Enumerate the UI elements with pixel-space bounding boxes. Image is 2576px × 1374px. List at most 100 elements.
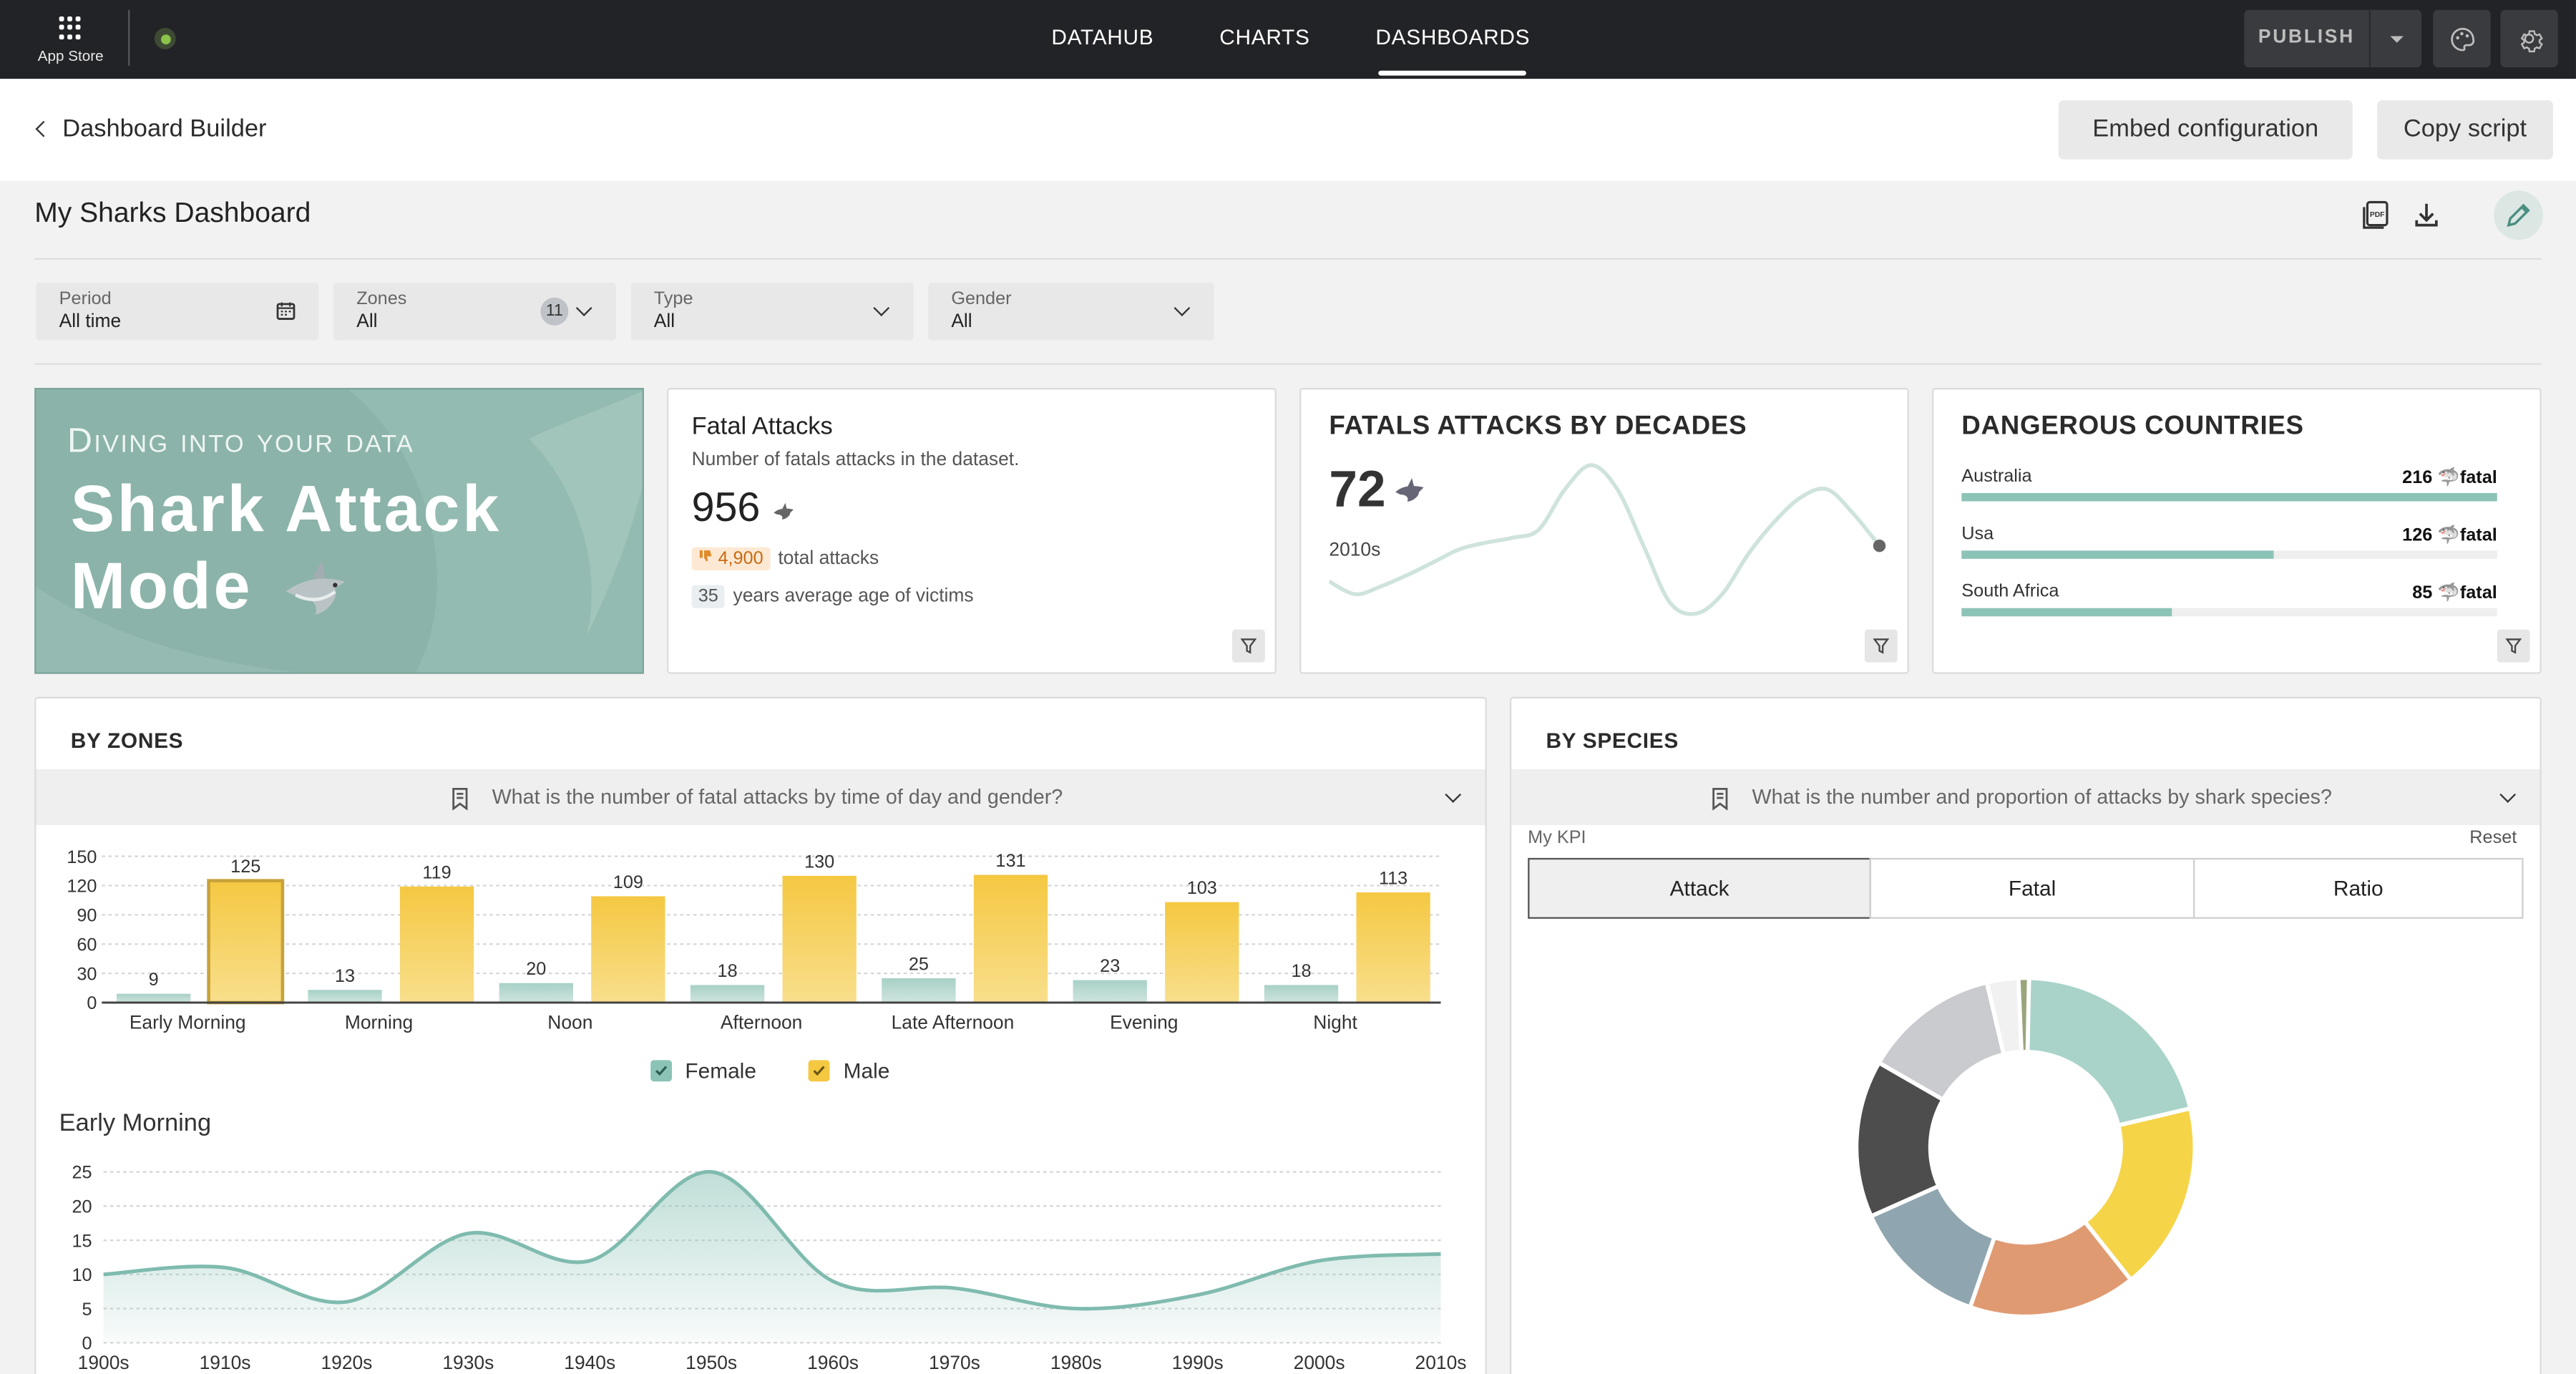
x-tick-label: Late Afternoon <box>892 1012 1015 1033</box>
publish-dropdown-button[interactable] <box>2371 10 2421 67</box>
svg-text:PDF: PDF <box>2370 211 2385 219</box>
bar-value-label: 18 <box>1291 961 1311 981</box>
bar-value-label: 9 <box>149 970 159 990</box>
bar-value-label: 20 <box>526 959 546 979</box>
filter-icon <box>2505 638 2522 654</box>
app-store-label: App Store <box>37 47 104 64</box>
by-species-panel: BY SPECIES What is the number and propor… <box>1509 696 2542 1374</box>
x-tick-label: Evening <box>1110 1012 1178 1033</box>
bar-value-label: 131 <box>995 851 1025 871</box>
copy-script-button[interactable]: Copy script <box>2377 100 2553 160</box>
publish-button[interactable]: PUBLISH <box>2244 9 2371 68</box>
bar-female <box>1264 985 1339 1003</box>
builder-header: Dashboard Builder Embed configuration Co… <box>0 79 2576 181</box>
bar-value-label: 25 <box>909 954 929 974</box>
shark-icon <box>286 560 345 614</box>
zones-filter[interactable]: Zones All 11 <box>333 283 616 341</box>
chevron-left-icon <box>35 120 52 137</box>
check-icon <box>655 1066 668 1076</box>
dangerous-countries-card: DANGEROUS COUNTRIES Australia 216 🦈fatal… <box>1931 388 2542 674</box>
calendar-icon <box>276 302 296 320</box>
export-pdf-button[interactable]: PDF <box>2358 198 2394 234</box>
bar-value-label: 23 <box>1100 956 1120 976</box>
card-title: FATALS ATTACKS BY DECADES <box>1329 412 1747 441</box>
nav-datahub[interactable]: DATAHUB <box>1018 0 1186 79</box>
embed-configuration-button[interactable]: Embed configuration <box>2058 100 2353 160</box>
download-icon <box>2415 203 2438 227</box>
card-filter-button[interactable] <box>1231 629 1265 663</box>
y-tick-label: 150 <box>67 847 97 867</box>
filter-value: All <box>951 312 972 332</box>
segment-attack[interactable]: Attack <box>1528 857 1872 919</box>
period-filter[interactable]: Period All time <box>36 283 319 341</box>
segment-ratio[interactable]: Ratio <box>2193 857 2524 919</box>
settings-button[interactable] <box>2500 9 2558 68</box>
chevron-down-icon <box>873 300 890 316</box>
filters-divider <box>34 363 2542 365</box>
nav-charts[interactable]: CHARTS <box>1186 0 1342 79</box>
avg-age-row: 35 years average age of victims <box>691 585 974 608</box>
x-tick-label: 2000s <box>1294 1352 1345 1373</box>
male-legend-checkbox[interactable] <box>809 1060 831 1082</box>
filter-label: Period <box>59 289 112 309</box>
bar-male <box>782 875 857 1003</box>
total-attacks-row: 4,900 total attacks <box>691 547 879 570</box>
x-tick-label: 1970s <box>929 1352 980 1373</box>
filter-label: Type <box>653 289 693 309</box>
y-tick-label: 90 <box>77 906 97 926</box>
app-store-button[interactable]: App Store <box>23 13 118 65</box>
y-tick-label: 5 <box>82 1300 92 1320</box>
country-bar-fill <box>1961 493 2497 502</box>
bar-value-label: 130 <box>804 852 834 872</box>
download-button[interactable] <box>2409 198 2445 234</box>
thumbs-down-icon <box>699 550 712 562</box>
bar-value-label: 18 <box>718 961 738 981</box>
x-tick-label: Early Morning <box>130 1012 246 1033</box>
filter-icon <box>1240 638 1257 654</box>
app-grid-icon <box>59 16 82 39</box>
card-filter-button[interactable] <box>1864 629 1898 663</box>
female-legend-checkbox[interactable] <box>650 1060 673 1082</box>
chevron-down-icon <box>575 300 592 316</box>
bar-value-label: 119 <box>422 862 451 882</box>
x-tick-label: 1990s <box>1172 1352 1224 1373</box>
reset-button[interactable]: Reset <box>2469 829 2517 849</box>
bar-value-label: 109 <box>613 872 643 892</box>
title-divider <box>34 258 2542 260</box>
fatal-attacks-card: Fatal Attacks Number of fatals attacks i… <box>667 388 1277 674</box>
edit-dashboard-button[interactable] <box>2494 190 2544 240</box>
country-row: South Africa 85 🦈fatal <box>1961 582 2497 617</box>
country-bar <box>1961 550 2497 559</box>
bar-female <box>117 993 191 1003</box>
y-tick-label: 60 <box>77 935 97 955</box>
gender-filter[interactable]: Gender All <box>928 283 1214 341</box>
card-filter-button[interactable] <box>2497 629 2530 663</box>
country-bar <box>1961 493 2497 502</box>
country-value: 85 🦈fatal <box>2412 583 2497 603</box>
kpi-value: 956 <box>692 485 795 533</box>
donut-slice <box>2016 975 2031 1055</box>
x-tick-label: 1960s <box>807 1352 859 1373</box>
question-selector[interactable]: What is the number and proportion of att… <box>1511 769 2540 825</box>
country-value: 216 🦈fatal <box>2402 468 2497 489</box>
y-tick-label: 15 <box>72 1231 92 1251</box>
chevron-down-icon <box>2499 786 2517 803</box>
segment-fatal[interactable]: Fatal <box>1869 857 2195 919</box>
x-tick-label: Noon <box>547 1012 592 1033</box>
question-selector[interactable]: What is the number of fatal attacks by t… <box>36 769 1485 825</box>
nav-dashboards[interactable]: DASHBOARDS <box>1342 0 1563 79</box>
type-filter[interactable]: Type All <box>630 283 914 341</box>
early-morning-area-chart: 0 5 10 15 20 25 1900s 1910s 1920s 1930s 1940s 1950s… <box>72 1163 1466 1373</box>
filter-value: All <box>653 312 675 332</box>
theme-button[interactable] <box>2433 9 2491 68</box>
y-tick-label: 20 <box>72 1197 92 1217</box>
y-tick-label: 0 <box>87 993 97 1013</box>
shark-icon <box>773 502 794 520</box>
total-attacks-label: total attacks <box>778 549 879 569</box>
back-to-builder-link[interactable]: Dashboard Builder <box>33 115 267 143</box>
total-attacks-tag: 4,900 <box>691 547 770 570</box>
bar-female <box>690 985 765 1003</box>
bar-male <box>1165 902 1239 1003</box>
main-nav: DATAHUB CHARTS DASHBOARDS <box>1018 0 1563 79</box>
publish-button-group: PUBLISH <box>2244 9 2422 68</box>
